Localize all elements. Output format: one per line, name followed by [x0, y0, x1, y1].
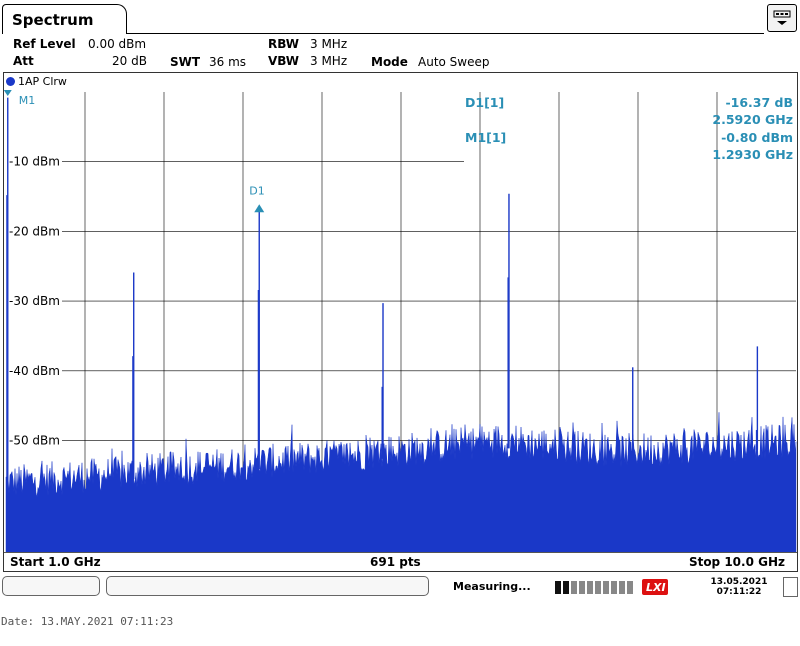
marker-d1-name: D1[1]: [465, 95, 504, 110]
marker-m1-icon: [3, 90, 12, 96]
spectrum-plot[interactable]: -10 dBm -20 dBm -30 dBm -40 dBm -50 dBm M1 D1 D…: [0, 0, 800, 646]
marker-m1-frequency: 1.2930 GHz: [712, 147, 793, 162]
capture-date: Date: 13.MAY.2021 07:11:23: [1, 615, 174, 628]
status-bar: Measuring... LXI 13.05.2021 07:11:22: [0, 574, 800, 600]
y-tick-label: -40 dBm: [9, 364, 60, 378]
measuring-status: Measuring...: [453, 580, 531, 593]
stop-frequency[interactable]: Stop 10.0 GHz: [689, 555, 785, 569]
status-field-message[interactable]: [106, 576, 429, 596]
tab-title: Spectrum: [12, 11, 94, 29]
y-tick-label: -20 dBm: [9, 224, 60, 238]
progress-bar: [555, 581, 633, 594]
marker-d1-frequency: 2.5920 GHz: [712, 112, 793, 127]
marker-m1-tag: M1: [19, 94, 35, 107]
marker-d1-level: -16.37 dB: [725, 95, 793, 110]
status-time: 07:11:22: [716, 587, 762, 597]
marker-m1-level: -0.80 dBm: [721, 130, 793, 145]
marker-d1-icon: [254, 204, 265, 213]
y-tick-label: -10 dBm: [9, 155, 60, 169]
svg-text:LXI: LXI: [646, 581, 666, 594]
spectrum-tab[interactable]: Spectrum: [2, 4, 127, 34]
status-datetime: 13.05.2021 07:11:22: [700, 577, 778, 597]
status-date: 13.05.2021: [710, 577, 768, 587]
marker-d1-tag: D1: [249, 184, 264, 197]
lxi-logo-icon: LXI: [642, 579, 668, 595]
start-frequency[interactable]: Start 1.0 GHz: [10, 555, 101, 569]
marker-m1-name: M1[1]: [465, 130, 506, 145]
y-tick-label: -30 dBm: [9, 294, 60, 308]
trace-indicator: 1AP Clrw: [6, 75, 67, 88]
status-scroll-button[interactable]: [783, 577, 798, 597]
trace-label-text: 1AP Clrw: [18, 75, 67, 88]
y-tick-label: -50 dBm: [9, 433, 60, 447]
sweep-points[interactable]: 691 pts: [370, 555, 421, 569]
trace-dot-icon: [6, 77, 15, 86]
plot-footer: Start 1.0 GHz 691 pts Stop 10.0 GHz: [4, 552, 797, 572]
status-field-left[interactable]: [2, 576, 100, 596]
